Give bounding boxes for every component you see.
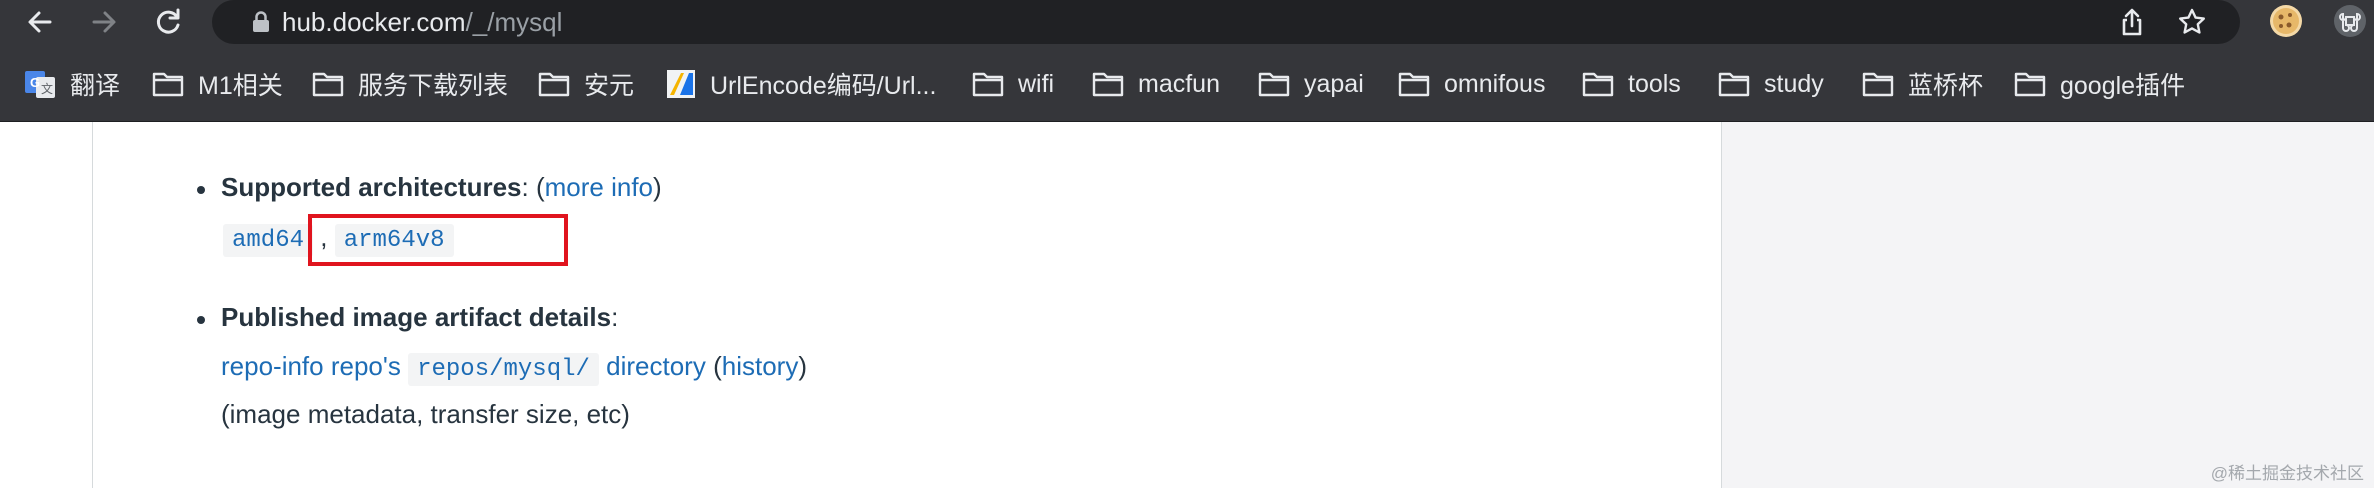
extension-cookie-icon[interactable] — [2270, 5, 2302, 37]
lock-icon — [253, 11, 269, 32]
svg-text:文: 文 — [41, 81, 53, 96]
artifact-heading: Published image artifact details — [221, 302, 612, 332]
bookmark-label: M1相关 — [198, 72, 283, 100]
extension-command-icon[interactable] — [2334, 5, 2366, 37]
bookmark-label: 服务下载列表 — [358, 72, 509, 100]
artifact-line: Published image artifact details: — [221, 300, 618, 334]
arrow-left-icon — [28, 11, 52, 33]
share-icon[interactable] — [2116, 6, 2148, 38]
bookmark-label: 蓝桥杯 — [1908, 72, 1984, 100]
bookmark-folder-tools[interactable]: tools — [1582, 64, 1681, 104]
highlight-annotation-box — [308, 214, 568, 266]
bookmark-folder-downloads[interactable]: 服务下载列表 — [312, 64, 508, 104]
right-sidebar — [1722, 122, 2374, 488]
google-translate-icon: G 文 — [25, 71, 55, 98]
browser-toolbar: hub.docker.com/_/mysql — [0, 0, 2374, 48]
bookmark-label: 安元 — [584, 72, 635, 100]
bookmark-label: macfun — [1138, 69, 1220, 98]
repos-mysql-link[interactable]: repos/mysql/ — [408, 353, 599, 386]
url-path: /_/mysql — [465, 7, 563, 37]
svg-text:G: G — [30, 75, 40, 90]
command-key-icon — [2339, 12, 2361, 32]
bookmark-folder-google-plugins[interactable]: google插件 — [2014, 64, 2185, 104]
more-info-link[interactable]: more info — [545, 172, 653, 202]
forward-button[interactable] — [82, 0, 126, 44]
star-icon[interactable] — [2176, 6, 2208, 38]
folder-icon — [1582, 72, 1614, 97]
folder-icon — [1258, 72, 1290, 97]
bookmark-folder-m1[interactable]: M1相关 — [152, 64, 283, 104]
cookie-icon — [2273, 8, 2299, 34]
reload-icon — [156, 8, 180, 34]
repo-info-link[interactable]: repo-info repo's — [221, 351, 401, 381]
arch-line: Supported architectures: (more info) — [221, 170, 662, 204]
folder-icon — [1092, 72, 1124, 97]
bookmark-folder-yapai[interactable]: yapai — [1258, 64, 1364, 104]
bookmark-urlencode[interactable]: UrlEncode编码/Url... — [666, 64, 936, 104]
metadata-note: (image metadata, transfer size, etc) — [221, 399, 630, 429]
folder-icon — [152, 72, 184, 97]
list-bullet — [197, 316, 205, 324]
history-link[interactable]: history — [722, 351, 799, 381]
folder-icon — [312, 72, 344, 97]
folder-icon — [1862, 72, 1894, 97]
bookmark-label: wifi — [1018, 69, 1055, 98]
arch-amd64-link[interactable]: amd64 — [223, 224, 314, 257]
history-close: ) — [798, 351, 807, 381]
folder-icon — [2014, 72, 2046, 97]
url-text[interactable]: hub.docker.com/_/mysql — [282, 6, 562, 38]
page-viewport: Supported architectures: (more info) amd… — [0, 122, 2374, 488]
bookmark-translate[interactable]: G 文 翻译 — [24, 64, 120, 104]
folder-icon — [538, 72, 570, 97]
reload-button[interactable] — [146, 0, 190, 44]
bookmark-label: google插件 — [2060, 72, 2186, 100]
bookmark-folder-omnifous[interactable]: omnifous — [1398, 64, 1545, 104]
bookmark-folder-anyuan[interactable]: 安元 — [538, 64, 634, 104]
bookmark-label: study — [1764, 69, 1824, 98]
bookmark-folder-wifi[interactable]: wifi — [972, 64, 1054, 104]
directory-link[interactable]: directory — [606, 351, 706, 381]
bookmark-folder-macfun[interactable]: macfun — [1092, 64, 1220, 104]
bookmarks-bar: G 文 翻译 M1相关 服务下载列表 安元 UrlEncode编码/Url...… — [0, 48, 2374, 122]
bookmark-label: yapai — [1304, 69, 1364, 98]
history-open: ( — [713, 351, 722, 381]
watermark: @稀土掘金技术社区 — [2210, 464, 2364, 483]
bookmark-folder-lanqiaobei[interactable]: 蓝桥杯 — [1862, 64, 1983, 104]
bookmark-label: omnifous — [1444, 69, 1546, 98]
folder-icon — [972, 72, 1004, 97]
arch-colon: : ( — [521, 172, 545, 202]
folder-icon — [1398, 72, 1430, 97]
arch-close: ) — [653, 172, 662, 202]
url-host: hub.docker.com — [282, 7, 466, 37]
address-bar[interactable]: hub.docker.com/_/mysql — [212, 0, 2240, 44]
arrow-right-icon — [92, 11, 116, 33]
bookmark-label: UrlEncode编码/Url... — [710, 72, 937, 100]
bookmark-label: 翻译 — [70, 72, 121, 100]
bookmark-label: tools — [1628, 69, 1681, 98]
description-panel: Supported architectures: (more info) amd… — [92, 122, 1722, 488]
back-button[interactable] — [18, 0, 62, 44]
artifact-colon: : — [611, 302, 619, 332]
list-bullet — [197, 186, 205, 194]
folder-icon — [1718, 72, 1750, 97]
arch-heading: Supported architectures — [221, 172, 522, 202]
site-favicon — [667, 70, 695, 98]
bookmark-folder-study[interactable]: study — [1718, 64, 1824, 104]
repo-info-line: repo-info repo's repos/mysql/ directory … — [221, 349, 807, 386]
